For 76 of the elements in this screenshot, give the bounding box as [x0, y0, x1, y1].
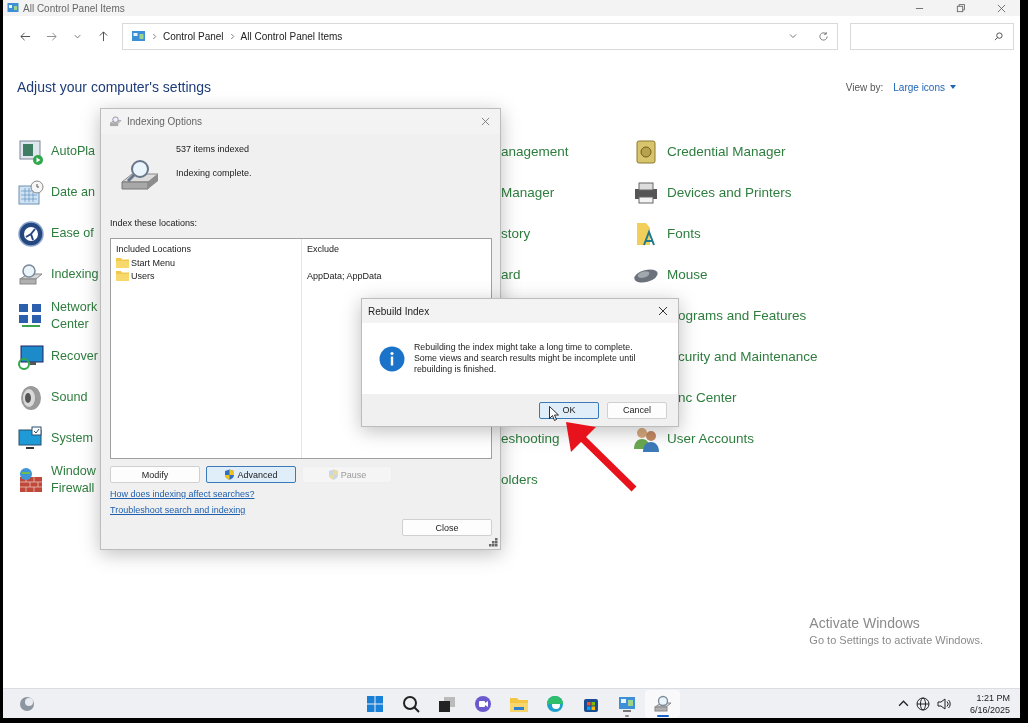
caret-icon	[950, 85, 956, 89]
globe-icon[interactable]	[915, 696, 930, 711]
up-arrow-icon[interactable]	[97, 30, 109, 42]
view-by-label: View by:	[845, 81, 884, 93]
speaker-icon[interactable]	[936, 696, 951, 711]
control-panel-link[interactable]: Credential Manager	[667, 143, 786, 160]
breadcrumb[interactable]: All Control Panel Items	[240, 30, 343, 42]
dialog-button[interactable]: Modify	[110, 466, 200, 483]
widgets-icon[interactable]	[19, 695, 35, 712]
close-button[interactable]: Close	[402, 519, 492, 536]
control-panel-link[interactable]: Mouse	[667, 266, 708, 283]
column-header: Exclude	[307, 244, 341, 254]
mouse-cursor-icon	[549, 406, 559, 421]
control-panel-link[interactable]: story	[501, 225, 531, 242]
calendar-icon[interactable]	[17, 178, 45, 207]
search-icon	[400, 694, 421, 714]
dialog-button[interactable]: Advanced	[206, 466, 296, 483]
start-icon	[364, 694, 385, 714]
control-panel-link[interactable]: Fonts	[667, 225, 701, 242]
drive-search-icon	[652, 694, 673, 714]
item-count: 537 items indexed	[176, 144, 251, 154]
breadcrumb[interactable]: Control Panel	[163, 30, 224, 42]
activation-title: Activate Windows	[809, 615, 921, 631]
dialog-title: Indexing Options	[127, 116, 203, 127]
control-panel-link[interactable]: curity and Maintenance	[678, 348, 818, 365]
folder-icon	[116, 258, 129, 268]
control-panel-link[interactable]: ard	[501, 266, 521, 283]
column-header: Included Locations	[116, 244, 193, 254]
brick-wall-icon[interactable]	[17, 465, 45, 494]
control-panel-link[interactable]: olders	[501, 471, 538, 488]
index-status: Indexing complete.	[176, 168, 252, 178]
control-panel-icon	[131, 30, 146, 42]
info-icon	[379, 345, 405, 372]
search-field[interactable]	[850, 22, 1014, 50]
monitor-restore-icon[interactable]	[17, 342, 45, 371]
view-mode-dropdown[interactable]: Large icons	[893, 81, 956, 93]
folder-icon	[116, 271, 129, 281]
task-view-icon	[436, 694, 457, 714]
restore-icon[interactable]	[956, 3, 965, 13]
control-panel-link[interactable]: nc Center	[678, 389, 737, 406]
search-icon[interactable]	[993, 31, 1003, 41]
control-panel-icon	[616, 694, 637, 714]
refresh-icon[interactable]	[818, 30, 830, 42]
control-panel-link[interactable]: ograms and Features	[678, 307, 807, 324]
dialog-button[interactable]: Cancel	[607, 401, 667, 419]
dialog-title: Rebuild Index	[368, 305, 430, 317]
chat-icon	[472, 694, 493, 714]
accessibility-icon[interactable]	[17, 219, 45, 248]
window-title: All Control Panel Items	[23, 2, 125, 14]
back-arrow-icon[interactable]	[20, 30, 32, 42]
chevron-right-icon	[152, 32, 157, 40]
help-link[interactable]: How does indexing affect searches?	[110, 489, 255, 499]
monitor-icon[interactable]	[17, 137, 45, 166]
control-panel-link[interactable]: Manager	[501, 184, 555, 201]
activation-subtitle: Go to Settings to activate Windows.	[809, 634, 983, 646]
chevron-up-icon[interactable]	[897, 698, 909, 709]
control-panel-link[interactable]: Devices and Printers	[667, 184, 792, 201]
control-panel-link[interactable]: User Accounts	[667, 430, 755, 447]
list-cell: Users	[131, 271, 155, 281]
dialog-button: Pause	[302, 466, 392, 483]
resize-grip-icon[interactable]	[489, 538, 498, 547]
section-label: Index these locations:	[110, 218, 199, 228]
browser-icon	[544, 694, 565, 714]
list-cell: AppData; AppData	[307, 271, 382, 281]
clock-time[interactable]: 1:21 PM	[976, 692, 1010, 703]
address-bar[interactable]: Control Panel All Control Panel Items	[122, 22, 839, 50]
help-link[interactable]: Troubleshoot search and indexing	[110, 505, 246, 515]
forward-arrow-icon[interactable]	[46, 30, 58, 42]
control-panel-link[interactable]: anagement	[501, 143, 569, 160]
drive-search-icon	[109, 116, 122, 127]
page-heading: Adjust your computer's settings	[17, 79, 213, 95]
clock-date[interactable]: 6/16/2025	[969, 704, 1010, 715]
close-icon[interactable]	[658, 306, 668, 316]
control-panel-link[interactable]: eshooting	[501, 430, 560, 447]
list-cell: Start Menu	[131, 258, 176, 268]
chevron-right-icon	[229, 32, 235, 40]
